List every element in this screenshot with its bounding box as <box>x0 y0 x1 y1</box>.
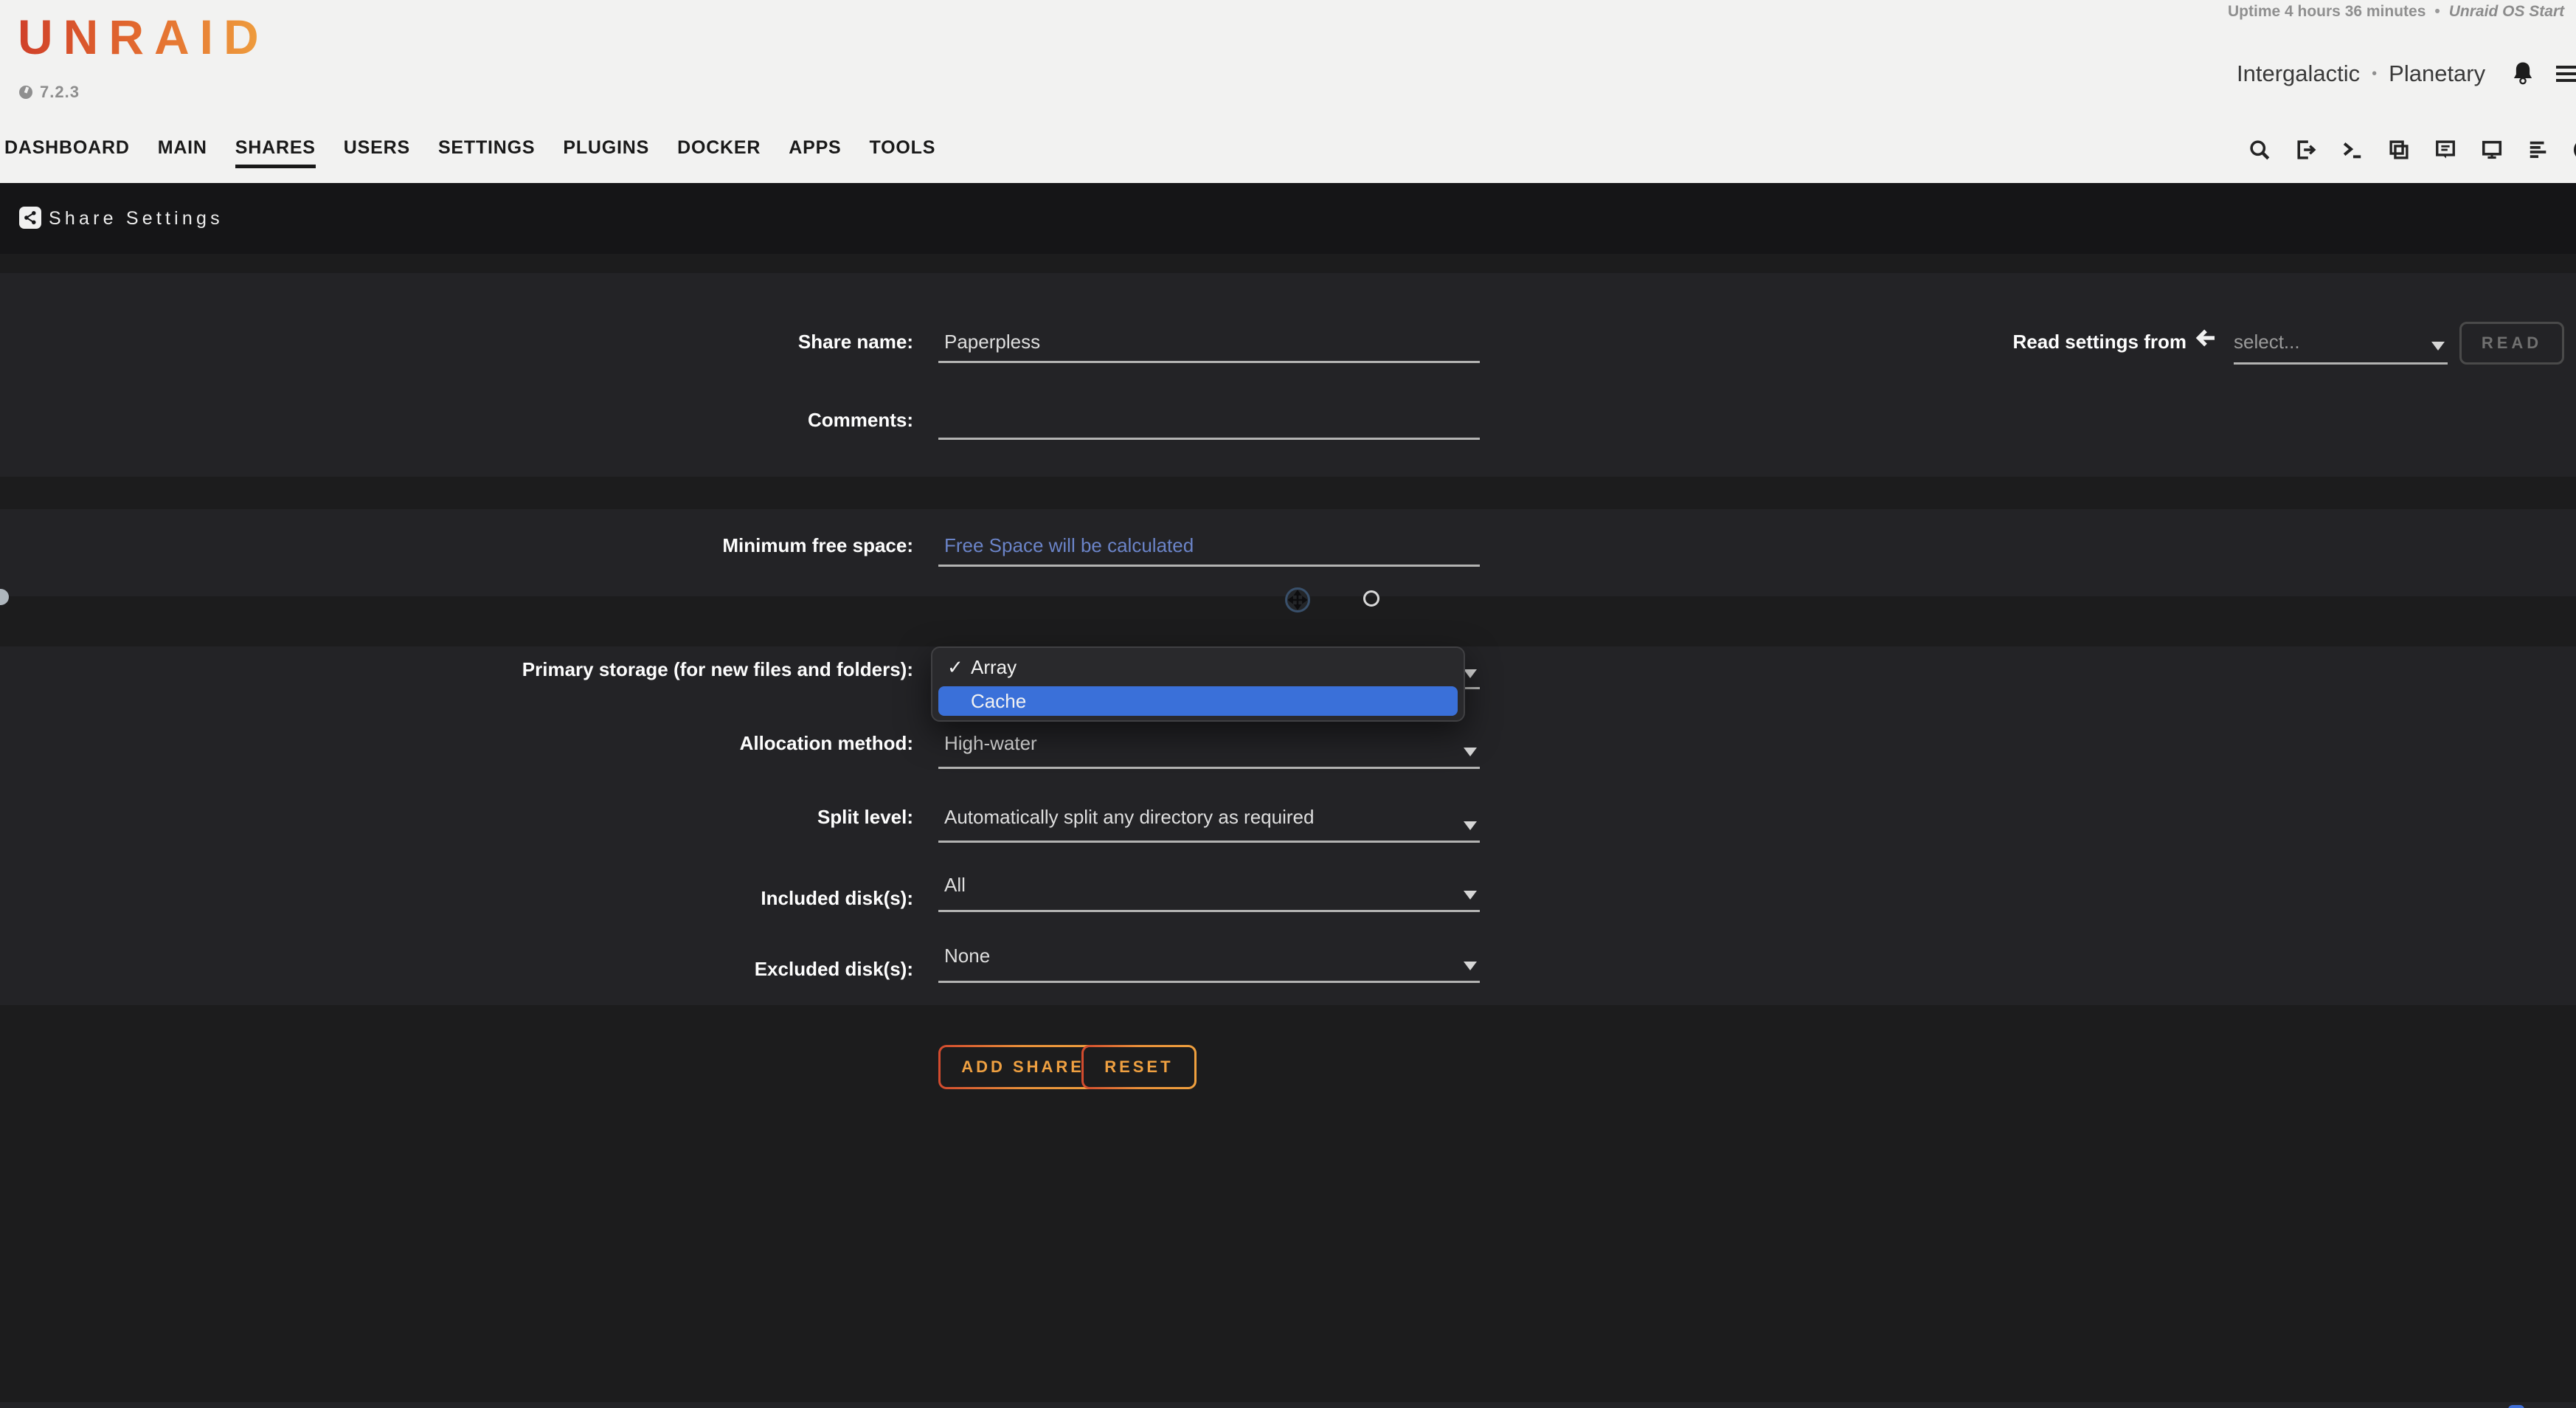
share-name-label: Share name: <box>0 331 913 353</box>
main-navbar: DASHBOARD MAIN SHARES USERS SETTINGS PLUGINS D… <box>0 137 2576 173</box>
caret-down-icon <box>1464 669 1477 678</box>
caret-down-icon <box>1464 891 1477 900</box>
nav-item-settings[interactable]: SETTINGS <box>438 137 535 168</box>
nav-item-apps[interactable]: APPS <box>789 137 841 168</box>
unraid-webgui: UNRAID 7.2.3 Uptime 4 hours 36 minutes•U… <box>0 0 2576 1408</box>
min-free-space-input[interactable]: Free Space will be calculated <box>938 534 1480 567</box>
share-settings-icon <box>19 207 41 229</box>
included-disks-label: Included disk(s): <box>0 887 913 910</box>
click-indicator-circle <box>1363 590 1379 607</box>
split-level-label: Split level: <box>0 806 913 829</box>
check-icon: ✓ <box>947 652 963 682</box>
nav-item-users[interactable]: USERS <box>344 137 410 168</box>
nav-item-shares[interactable]: SHARES <box>235 137 316 168</box>
menu-hamburger-icon[interactable] <box>2556 66 2576 82</box>
read-button[interactable]: READ <box>2459 322 2564 365</box>
read-settings-select[interactable]: select... <box>2234 331 2448 365</box>
nav-toolbar <box>2248 139 2576 161</box>
dropdown-option-array[interactable]: ✓Array <box>938 652 1458 682</box>
nav-items: DASHBOARD MAIN SHARES USERS SETTINGS PLUGINS D… <box>4 137 935 168</box>
terminal-icon[interactable] <box>2341 139 2364 161</box>
split-level-select[interactable]: Automatically split any directory as req… <box>938 806 1480 843</box>
comments-label: Comments: <box>0 409 913 432</box>
unraid-logo[interactable]: UNRAID <box>18 9 269 65</box>
nav-item-main[interactable]: MAIN <box>158 137 207 168</box>
version-row: 7.2.3 <box>19 83 80 102</box>
autoscroll-cursor-icon <box>1285 587 1310 612</box>
caret-down-icon <box>1464 821 1477 830</box>
section-identity <box>0 273 2576 477</box>
copyright-text: Unraid webGui © 2025, Lime Technology, I… <box>2086 1405 2415 1408</box>
os-edition-label: Unraid OS Start <box>2449 3 2564 20</box>
duplicate-window-icon[interactable] <box>2388 139 2410 161</box>
page-title: Share Settings <box>49 208 224 230</box>
server-name: Intergalactic <box>2237 61 2360 87</box>
share-name-input[interactable]: Paperpless <box>938 331 1480 363</box>
caret-down-icon <box>2431 342 2445 351</box>
caret-down-icon <box>1464 962 1477 970</box>
uptime-text: Uptime 4 hours 36 minutes <box>2228 3 2426 20</box>
top-header: UNRAID 7.2.3 Uptime 4 hours 36 minutes•U… <box>0 0 2576 183</box>
uptime-separator: • <box>2434 3 2440 20</box>
footer-bar: Array Started Unraid webGui © 2025, Lime… <box>0 1402 2576 1408</box>
nav-item-tools[interactable]: TOOLS <box>870 137 936 168</box>
feedback-icon[interactable] <box>2434 139 2456 161</box>
version-label: 7.2.3 <box>40 83 80 102</box>
support-chat-icon[interactable] <box>2508 1405 2524 1408</box>
nav-item-plugins[interactable]: PLUGINS <box>563 137 649 168</box>
server-row: Intergalactic • Planetary <box>2237 61 2576 87</box>
reset-button[interactable]: RESET <box>1081 1045 1197 1089</box>
page-title-bar: Share Settings <box>0 183 2576 254</box>
dropdown-option-cache[interactable]: Cache <box>938 686 1458 716</box>
array-status-link[interactable]: Array Started <box>18 1405 139 1408</box>
excluded-disks-select[interactable]: None <box>938 945 1480 983</box>
arrow-left-icon <box>2194 326 2217 350</box>
system-log-icon[interactable] <box>2527 139 2549 161</box>
primary-storage-dropdown: ✓Array Cache <box>931 646 1465 722</box>
nav-item-dashboard[interactable]: DASHBOARD <box>4 137 130 168</box>
remote-display-icon[interactable] <box>2481 139 2503 161</box>
caret-down-icon <box>1464 748 1477 756</box>
server-separator: • <box>2372 66 2377 83</box>
comments-input[interactable] <box>938 409 1480 440</box>
uptime-row: Uptime 4 hours 36 minutes • Unraid OS Star… <box>2228 3 2576 21</box>
server-description: Planetary <box>2389 61 2485 87</box>
min-free-space-label: Minimum free space: <box>0 534 913 557</box>
notifications-bell-icon[interactable] <box>2510 61 2535 87</box>
nav-item-docker[interactable]: DOCKER <box>677 137 761 168</box>
read-settings-label: Read settings from <box>1918 331 2187 353</box>
allocation-method-label: Allocation method: <box>0 732 913 755</box>
excluded-disks-label: Excluded disk(s): <box>0 958 913 981</box>
allocation-method-select[interactable]: High-water <box>938 732 1480 769</box>
sign-out-icon[interactable] <box>2295 139 2317 161</box>
version-icon <box>19 86 32 99</box>
included-disks-select[interactable]: All <box>938 874 1480 912</box>
primary-storage-label: Primary storage (for new files and folde… <box>0 658 913 681</box>
search-icon[interactable] <box>2248 139 2271 161</box>
